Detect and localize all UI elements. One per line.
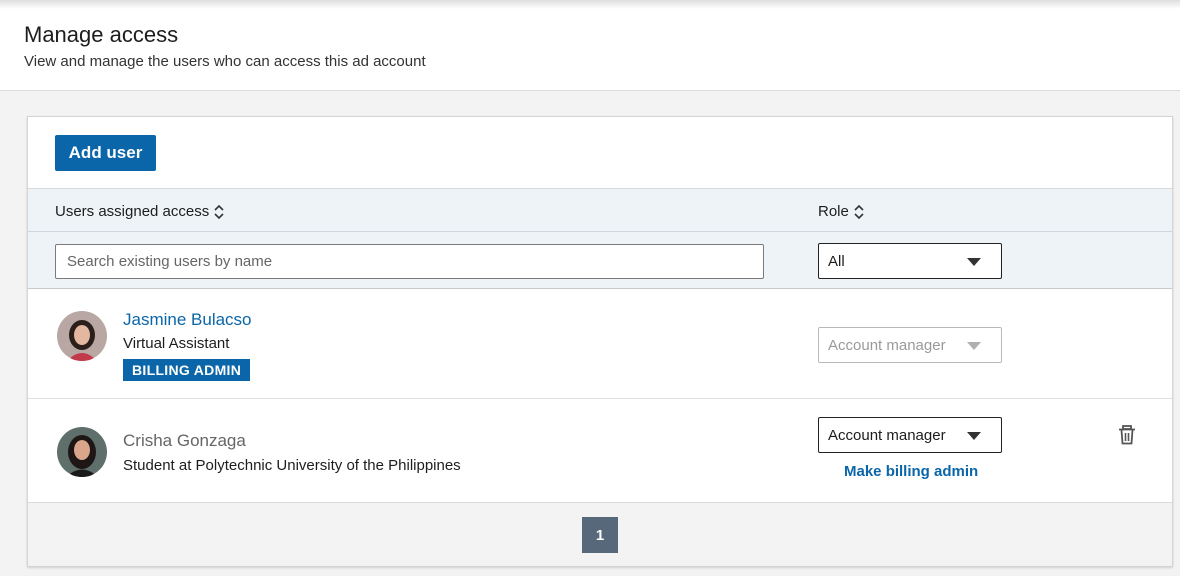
chevron-down-icon <box>967 258 981 266</box>
users-column-label: Users assigned access <box>55 203 210 220</box>
role-filter-value: All <box>828 252 845 270</box>
table-header: Users assigned access Role <box>28 188 1172 232</box>
page-header: Manage access View and manage the users … <box>0 0 1180 91</box>
make-billing-admin-link[interactable]: Make billing admin <box>844 463 978 480</box>
billing-admin-badge: BILLING ADMIN <box>123 359 251 381</box>
table-row: Crisha Gonzaga Student at Polytechnic Un… <box>28 399 1172 502</box>
search-users-input[interactable] <box>55 244 764 279</box>
page-button-current[interactable]: 1 <box>582 517 618 553</box>
top-shadow <box>0 0 1180 9</box>
sort-icon <box>214 204 224 219</box>
page-title: Manage access <box>24 22 179 47</box>
access-card: Add user Users assigned access Role All <box>27 116 1173 567</box>
user-title: Student at Polytechnic University of the… <box>123 457 461 474</box>
role-column-label: Role <box>818 203 849 220</box>
chevron-down-icon <box>967 432 981 440</box>
chevron-down-icon <box>967 342 981 350</box>
user-name-link[interactable]: Jasmine Bulacso <box>123 310 252 330</box>
avatar <box>57 427 107 477</box>
sort-users-column[interactable]: Users assigned access <box>55 203 224 220</box>
user-title: Virtual Assistant <box>123 335 230 352</box>
add-user-button[interactable]: Add user <box>55 135 156 171</box>
filter-row: All <box>28 232 1172 289</box>
avatar <box>57 311 107 361</box>
role-value: Account manager <box>828 426 946 444</box>
table-row: Jasmine Bulacso Virtual Assistant BILLIN… <box>28 290 1172 399</box>
sort-icon <box>854 204 864 219</box>
role-select[interactable]: Account manager <box>818 417 1002 453</box>
role-filter-select[interactable]: All <box>818 243 1002 279</box>
role-value: Account manager <box>828 336 946 354</box>
user-name: Crisha Gonzaga <box>123 431 246 450</box>
pagination: 1 <box>28 502 1172 566</box>
sort-role-column[interactable]: Role <box>818 203 864 220</box>
role-select: Account manager <box>818 327 1002 363</box>
trash-icon[interactable] <box>1118 425 1136 445</box>
page-subtitle: View and manage the users who can access… <box>24 53 426 70</box>
